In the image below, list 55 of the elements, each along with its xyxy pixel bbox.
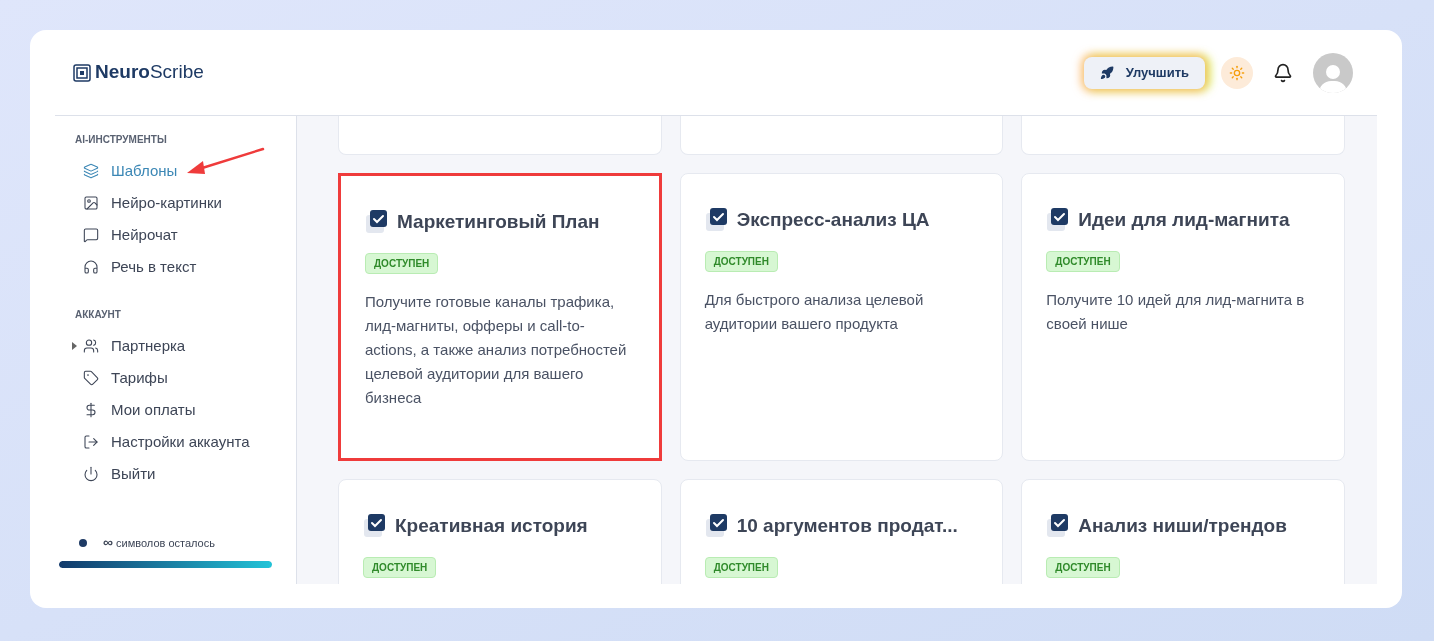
headphones-icon (83, 259, 99, 275)
rocket-icon (1099, 65, 1114, 80)
checkbox-icon (363, 513, 387, 540)
chat-bubble-icon (83, 227, 99, 243)
template-card[interactable]: Маркетинговый План ДОСТУПЕН Получите готовые каналы трафика, лид-магниты, офферы и call-to-actions, а также анализ потребностей целевой аудитории для вашего бизнеса (338, 173, 662, 461)
checkbox-icon (704, 513, 729, 540)
power-icon (83, 466, 99, 482)
sidebar-item[interactable]: Настройки аккаунта (83, 430, 250, 454)
card-description: Для быстрого анализа целевой аудитории вашего продукта (704, 289, 925, 334)
checkbox-icon (1046, 207, 1071, 234)
sidebar-item[interactable]: Нейрочат (83, 223, 178, 247)
dollar-icon (83, 402, 99, 418)
card-title: Экспресс-анализ ЦА (736, 208, 930, 232)
card-title: Креативная история (395, 514, 588, 538)
available-badge: ДОСТУПЕН (704, 556, 778, 578)
section-heading: АККАУНТ (75, 308, 122, 322)
card-title: Идеи для лид-магнита (1078, 208, 1290, 232)
available-badge: ДОСТУПЕН (704, 250, 778, 272)
logo-icon (73, 63, 91, 82)
credits-text: ∞ символов осталось (103, 533, 215, 552)
sidebar-item[interactable]: Партнерка (83, 334, 186, 358)
card-description: Получите 10 идей для лид-магнита в своей нише (1046, 289, 1306, 334)
card-title: Маркетинговый План (397, 210, 600, 234)
section-heading: AI-ИНСТРУМЕНТЫ (75, 133, 168, 147)
template-card[interactable]: Идеи для лид-магнита ДОСТУПЕН Получите 10 идей для лид-магнита в своей нише (1021, 173, 1345, 461)
checkbox-icon (365, 209, 389, 236)
template-card[interactable]: 10 аргументов продат... ДОСТУПЕН (679, 479, 1004, 584)
theme-toggle[interactable] (1221, 56, 1253, 89)
image-icon (83, 195, 99, 211)
notifications-icon[interactable] (1273, 62, 1293, 83)
sidebar-item[interactable]: Шаблоны (83, 159, 178, 183)
sidebar-item[interactable]: Выйти (83, 462, 156, 486)
checkbox-icon (704, 207, 729, 234)
available-badge: ДОСТУПЕН (1046, 556, 1120, 578)
card-title: 10 аргументов продат... (736, 514, 958, 538)
available-badge: ДОСТУПЕН (1046, 250, 1120, 272)
sun-icon (1229, 64, 1245, 81)
caret-icon[interactable] (72, 342, 77, 350)
card-description: Получите готовые каналы трафика, лид-магниты, офферы и call-to-actions, а также анализ потребностей целевой аудитории для вашего бизнеса (365, 291, 628, 408)
available-badge: ДОСТУПЕН (363, 556, 437, 578)
tag-icon (83, 370, 99, 386)
template-card[interactable]: Экспресс-анализ ЦА ДОСТУПЕН Для быстрого анализа целевой аудитории вашего продукта (679, 173, 1004, 461)
upgrade-button[interactable]: Улучшить (1083, 56, 1205, 89)
sidebar-item[interactable]: Тарифы (83, 366, 168, 390)
sidebar-item[interactable]: Речь в текст (83, 255, 197, 279)
available-badge: ДОСТУПЕН (365, 252, 439, 274)
checkbox-icon (1046, 513, 1071, 540)
sidebar-item[interactable]: Мои оплаты (83, 398, 196, 422)
template-card[interactable]: Креативная история ДОСТУПЕН (338, 479, 662, 584)
template-card[interactable]: Анализ ниши/трендов ДОСТУПЕН (1021, 479, 1345, 584)
logo-text[interactable]: NeuroScribe (95, 58, 204, 87)
sidebar-item[interactable]: Нейро-картинки (83, 191, 222, 215)
card-title: Анализ ниши/трендов (1078, 514, 1287, 538)
layers-icon (83, 163, 99, 179)
users-icon (83, 338, 99, 354)
